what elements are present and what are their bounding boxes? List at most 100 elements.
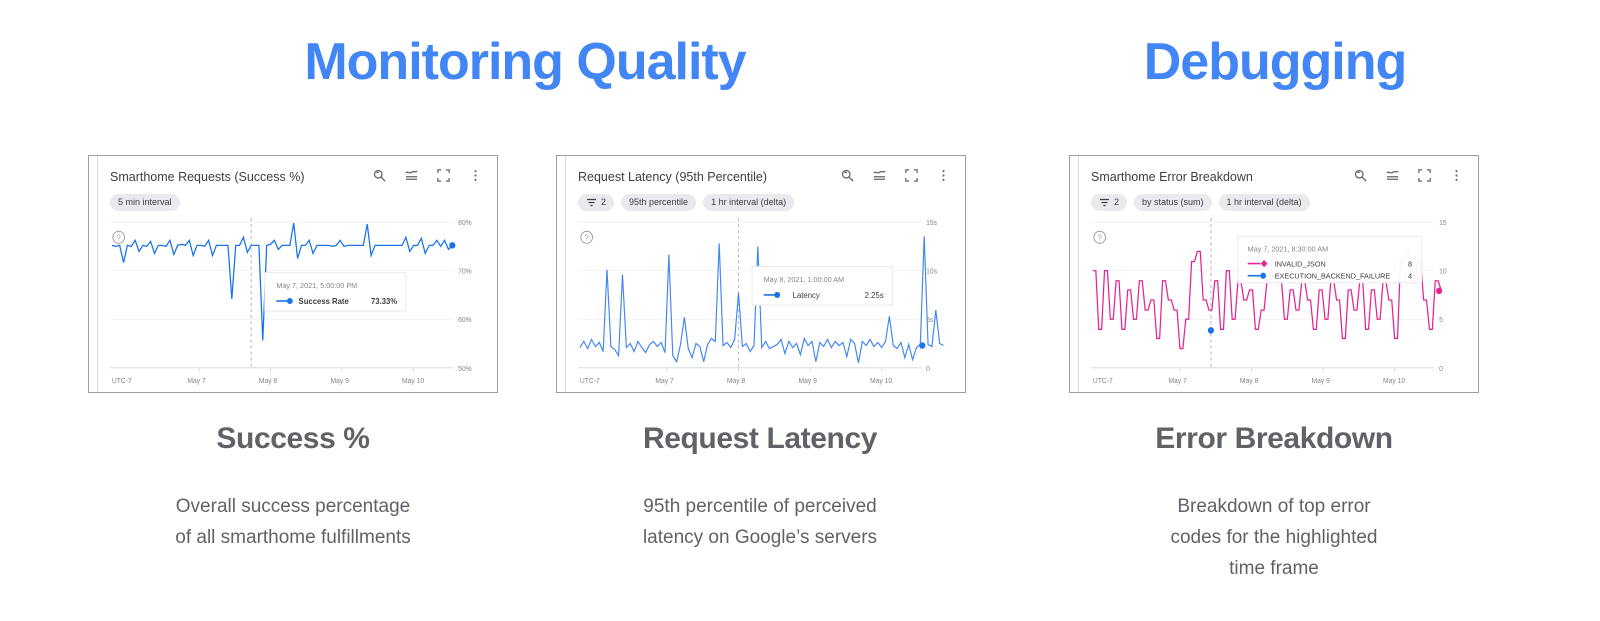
chip-label: 2 xyxy=(601,197,607,207)
y-tick-label: 10s xyxy=(926,269,937,276)
x-tick-label: May 9 xyxy=(1311,378,1330,385)
chip-label: 95th percentile xyxy=(629,197,689,207)
help-circle-icon: ? xyxy=(580,230,593,244)
filter-icon xyxy=(1100,198,1109,206)
x-tick-label: May 7 xyxy=(187,378,206,385)
chart-card-body: Smarthome Error Breakdown 2 by status (s… xyxy=(1078,156,1478,392)
y-tick-label: 50% xyxy=(458,366,472,373)
filter-icon xyxy=(587,198,596,206)
help-circle-icon: ? xyxy=(1093,230,1106,244)
zoom-icon[interactable] xyxy=(840,168,855,183)
x-tick-label: May 8 xyxy=(1240,378,1259,385)
tooltip-timestamp: May 7, 2021, 8:30:00 AM xyxy=(1248,244,1328,253)
x-tick-label: May 8 xyxy=(727,378,746,385)
tooltip-timestamp: May 8, 2021, 1:00:00 AM xyxy=(764,275,844,284)
chart-card-header: Smarthome Requests (Success %) xyxy=(110,168,489,190)
slide-root: Monitoring Quality Debugging Smarthome R… xyxy=(0,0,1600,621)
chip-label: 1 hr interval (delta) xyxy=(711,197,787,207)
x-tick-label: UTC-7 xyxy=(1093,378,1113,385)
caption-body-errors: Breakdown of top error codes for the high… xyxy=(1170,496,1378,579)
x-tick-label: UTC-7 xyxy=(112,378,132,385)
chart-card-latency[interactable]: Request Latency (95th Percentile) 2 95th… xyxy=(556,155,966,393)
x-tick-label: May 9 xyxy=(330,378,349,385)
chip-label: 5 min interval xyxy=(118,197,172,207)
chart-card-body: Request Latency (95th Percentile) 2 95th… xyxy=(565,156,965,392)
chart-style-icon[interactable] xyxy=(872,168,887,183)
chip-filter[interactable]: 2 xyxy=(1091,194,1128,211)
tooltip-series-label: EXECUTION_BACKEND_FAILURE xyxy=(1275,272,1390,281)
y-tick-label: 0 xyxy=(926,366,930,373)
chart-card-success[interactable]: Smarthome Requests (Success %) 5 min int… xyxy=(88,155,498,393)
zoom-icon[interactable] xyxy=(1353,168,1368,183)
chart-chips: 2 by status (sum) 1 hr interval (delta) xyxy=(1091,194,1310,211)
x-tick-label: May 7 xyxy=(1168,378,1187,385)
chip-interval[interactable]: 1 hr interval (delta) xyxy=(703,194,795,211)
series-end-dot xyxy=(449,242,456,249)
x-tick-label: May 10 xyxy=(402,378,424,385)
more-vert-icon[interactable] xyxy=(1449,168,1464,183)
svg-text:?: ? xyxy=(117,233,122,242)
section-title-monitoring: Monitoring Quality xyxy=(304,33,746,91)
fullscreen-icon[interactable] xyxy=(904,168,919,183)
chart-chips: 2 95th percentile 1 hr interval (delta) xyxy=(578,194,795,211)
more-vert-icon[interactable] xyxy=(936,168,951,183)
chart-card-header: Request Latency (95th Percentile) xyxy=(578,168,957,190)
y-tick-label: 5 xyxy=(1439,317,1443,324)
fullscreen-icon[interactable] xyxy=(436,168,451,183)
y-tick-label: 70% xyxy=(458,269,472,276)
tooltip-timestamp: May 7, 2021, 5:00:00 PM xyxy=(276,281,357,290)
y-tick-label: 60% xyxy=(458,317,472,324)
chart-card-errors[interactable]: Smarthome Error Breakdown 2 by status (s… xyxy=(1069,155,1479,393)
svg-text:?: ? xyxy=(585,233,590,242)
x-tick-label: May 10 xyxy=(1383,378,1405,385)
chip-label: 2 xyxy=(1114,197,1120,207)
fullscreen-icon[interactable] xyxy=(1417,168,1432,183)
chip-label: 1 hr interval (delta) xyxy=(1226,197,1302,207)
chart-plot-latency: 15s 10s 5s 0 UTC-7 May 7 May 8 May 9 May… xyxy=(578,214,959,388)
section-title-debugging: Debugging xyxy=(1143,33,1408,91)
x-tick-label: May 10 xyxy=(870,378,892,385)
tooltip-series-value: 2.25s xyxy=(865,291,884,300)
help-circle-icon: ? xyxy=(112,230,125,244)
chart-title: Smarthome Requests (Success %) xyxy=(110,170,305,184)
chart-title: Request Latency (95th Percentile) xyxy=(578,170,767,184)
tooltip-marker-dot xyxy=(286,297,293,305)
chart-style-icon[interactable] xyxy=(1385,168,1400,183)
chart-plot-success: 80% 70% 60% 50% UTC-7 May 7 May 8 May 9 … xyxy=(110,214,491,388)
chip-interval[interactable]: 5 min interval xyxy=(110,194,180,211)
chart-tooltip: May 7, 2021, 5:00:00 PM Success Rate 73.… xyxy=(264,272,407,312)
chart-toolbar xyxy=(372,168,483,183)
tooltip-series-label: Latency xyxy=(793,291,820,300)
y-tick-label: 15 xyxy=(1439,220,1447,227)
chart-title: Smarthome Error Breakdown xyxy=(1091,170,1253,184)
caption-body-latency: 95th percentile of perceived latency on G… xyxy=(642,496,878,548)
tooltip-series-value: 73.33% xyxy=(371,297,397,306)
tooltip-marker-dot xyxy=(1260,272,1267,279)
chart-tooltip: May 7, 2021, 8:30:00 AM INVALID_JSON 8 E… xyxy=(1237,235,1423,284)
y-tick-label: 80% xyxy=(458,220,472,227)
chip-filter[interactable]: 2 xyxy=(578,194,615,211)
tooltip-series-label: INVALID_JSON xyxy=(1275,259,1326,268)
chart-tooltip: May 8, 2021, 1:00:00 AM Latency 2.25s xyxy=(751,266,893,306)
chip-aggregation[interactable]: 95th percentile xyxy=(621,194,697,211)
zoom-icon[interactable] xyxy=(372,168,387,183)
series-end-dot-invalid-json xyxy=(1436,287,1443,295)
y-tick-label: 10 xyxy=(1439,269,1447,276)
chart-toolbar xyxy=(1353,168,1464,183)
tooltip-series-value: 8 xyxy=(1408,259,1412,268)
caption-title-success: Success % xyxy=(216,422,370,455)
caption-title-errors: Error Breakdown xyxy=(1155,422,1393,455)
chip-interval[interactable]: 1 hr interval (delta) xyxy=(1218,194,1310,211)
chip-label: by status (sum) xyxy=(1142,197,1204,207)
series-line-latency-tail xyxy=(919,236,944,348)
more-vert-icon[interactable] xyxy=(468,168,483,183)
chart-card-body: Smarthome Requests (Success %) 5 min int… xyxy=(97,156,497,392)
chart-toolbar xyxy=(840,168,951,183)
x-tick-label: May 9 xyxy=(798,378,817,385)
chip-groupby[interactable]: by status (sum) xyxy=(1134,194,1212,211)
x-tick-label: May 7 xyxy=(655,378,674,385)
chart-style-icon[interactable] xyxy=(404,168,419,183)
caption-body-success: Overall success percentage of all smartho… xyxy=(175,496,411,548)
x-tick-label: UTC-7 xyxy=(580,378,600,385)
y-tick-label: 0 xyxy=(1439,366,1443,373)
